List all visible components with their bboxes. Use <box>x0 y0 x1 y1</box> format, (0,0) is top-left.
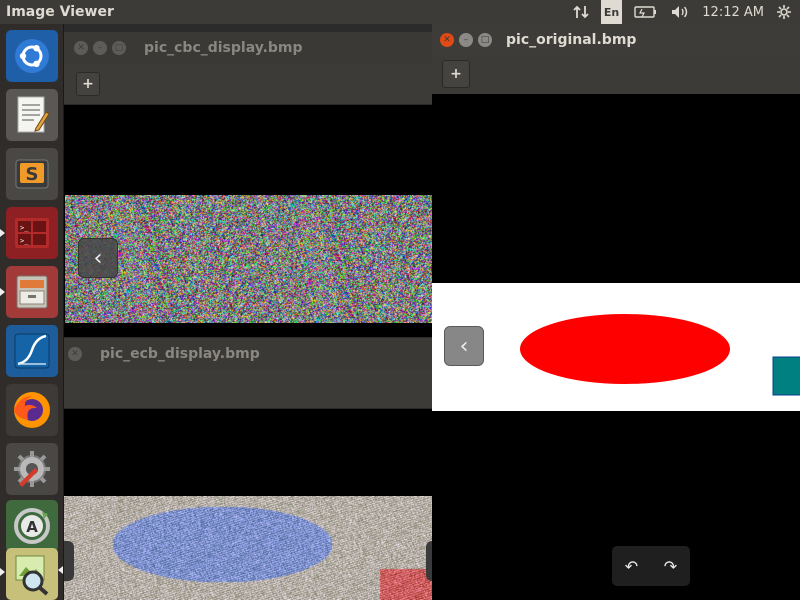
red-ellipse <box>520 314 730 384</box>
svg-text:S: S <box>26 164 39 185</box>
add-button[interactable]: + <box>442 60 470 88</box>
previous-image-button[interactable]: ‹ <box>78 238 118 278</box>
titlebar-ecb[interactable]: ✕ pic_ecb_display.bmp <box>64 338 432 370</box>
launcher-terminal[interactable]: >_ >_ <box>0 207 58 259</box>
settings-wrench-icon <box>11 448 53 490</box>
launcher: S >_ >_ A <box>0 24 64 600</box>
wireshark-fin-icon <box>12 331 52 371</box>
clock[interactable]: 12:12 AM <box>702 0 764 24</box>
terminal-icon: >_ >_ <box>12 213 52 253</box>
launcher-software-updater[interactable]: A <box>6 500 58 552</box>
rotate-right-icon[interactable]: ↷ <box>664 557 677 576</box>
active-app-indicator <box>58 566 63 574</box>
launcher-ubuntu-dash[interactable] <box>6 30 58 82</box>
window-title: pic_ecb_display.bmp <box>100 346 260 362</box>
chevron-left-icon: ‹ <box>93 245 103 271</box>
minimize-button[interactable]: – <box>459 33 473 47</box>
original-image <box>432 283 800 411</box>
file-cabinet-icon <box>12 272 52 312</box>
launcher-image-viewer[interactable] <box>0 548 58 600</box>
titlebar-cbc[interactable]: ✕ – □ pic_cbc_display.bmp <box>64 32 432 64</box>
svg-text:>_: >_ <box>20 237 29 245</box>
gear-icon[interactable] <box>776 0 792 24</box>
sublime-text-icon: S <box>12 154 52 194</box>
close-button[interactable]: ✕ <box>68 347 82 361</box>
window-original[interactable]: ✕ – □ pic_original.bmp + ‹ ↶ ↷ <box>432 24 800 600</box>
keyboard-layout-indicator[interactable]: En <box>600 0 623 25</box>
maximize-button[interactable]: □ <box>112 41 126 55</box>
minimize-button[interactable]: – <box>93 41 107 55</box>
launcher-sublime-text[interactable]: S <box>6 148 58 200</box>
launcher-text-editor[interactable] <box>6 89 58 141</box>
top-panel: Image Viewer En 12:12 AM <box>0 0 800 25</box>
launcher-wireshark[interactable] <box>6 325 58 377</box>
software-updater-icon: A <box>12 506 52 546</box>
window-title: pic_cbc_display.bmp <box>144 40 303 56</box>
chevron-left-icon: ‹ <box>459 333 469 359</box>
cbc-encrypted-image <box>65 195 432 323</box>
image-canvas-ecb <box>64 409 432 600</box>
indicator-area: En 12:12 AM <box>567 0 800 25</box>
toolbar-cbc: + <box>64 64 432 105</box>
toolbar-original: + <box>432 56 800 95</box>
teal-square <box>772 356 800 396</box>
window-cbc[interactable]: ✕ – □ pic_cbc_display.bmp + ‹ <box>64 32 432 337</box>
image-viewer-icon <box>11 552 53 596</box>
previous-image-button[interactable]: ‹ <box>444 326 484 366</box>
ecb-encrypted-image <box>64 496 432 600</box>
launcher-file-cabinet[interactable] <box>0 266 58 318</box>
rotate-toolbar: ↶ ↷ <box>612 546 690 586</box>
image-canvas-cbc: ‹ <box>64 105 432 337</box>
close-button[interactable]: ✕ <box>440 33 454 47</box>
battery-icon[interactable] <box>634 0 658 24</box>
text-editor-icon <box>12 94 52 136</box>
left-scroll-tab[interactable] <box>64 541 74 581</box>
ubuntu-logo-icon <box>12 36 52 76</box>
image-canvas-original: ‹ ↶ ↷ <box>432 94 800 600</box>
transfer-arrows-icon[interactable] <box>573 0 589 24</box>
svg-text:>_: >_ <box>20 224 29 232</box>
maximize-button[interactable]: □ <box>478 33 492 47</box>
launcher-system-settings[interactable] <box>6 443 58 495</box>
titlebar-original[interactable]: ✕ – □ pic_original.bmp <box>432 24 800 56</box>
toolbar-ecb <box>64 370 432 409</box>
volume-icon[interactable] <box>670 0 690 24</box>
svg-text:A: A <box>26 518 38 536</box>
add-button[interactable]: + <box>76 72 100 96</box>
window-ecb[interactable]: ✕ pic_ecb_display.bmp <box>64 338 432 600</box>
original-image-graphic <box>520 314 800 396</box>
launcher-firefox[interactable] <box>6 384 58 436</box>
firefox-icon <box>11 389 53 431</box>
close-button[interactable]: ✕ <box>74 41 88 55</box>
rotate-left-icon[interactable]: ↶ <box>625 557 638 576</box>
window-title: pic_original.bmp <box>506 32 637 48</box>
app-title: Image Viewer <box>6 4 114 20</box>
